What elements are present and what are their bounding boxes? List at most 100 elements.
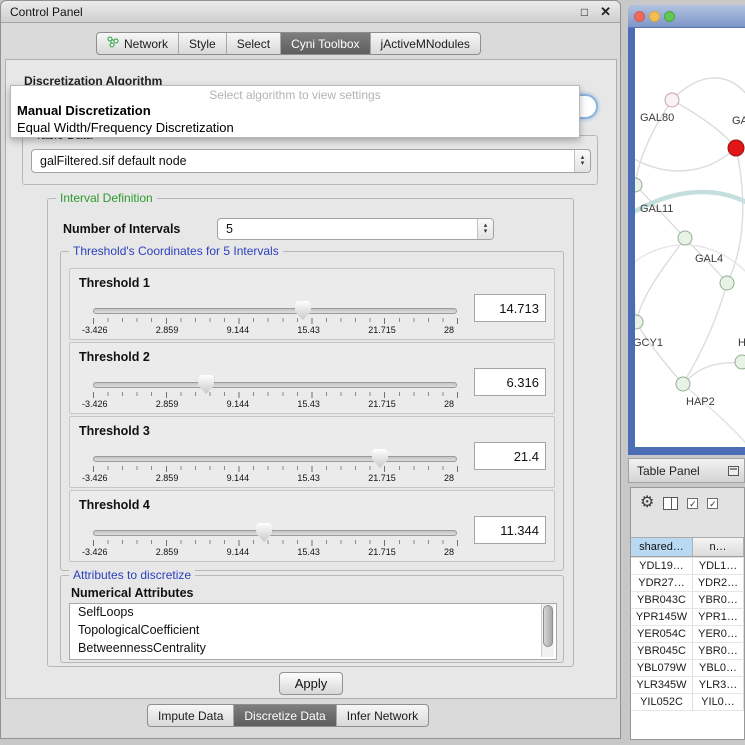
table-data-combobox[interactable]: galFiltered.sif default node ▴ ▾ <box>31 149 591 173</box>
threshold-slider[interactable] <box>93 530 457 536</box>
table-row[interactable]: YIL052CYIL0… <box>631 694 744 711</box>
threshold-value-field[interactable]: 21.4 <box>474 442 546 470</box>
table-cell[interactable]: YIL0… <box>693 694 744 711</box>
table-row[interactable]: YER054CYER0… <box>631 626 744 643</box>
table-cell[interactable]: YLR345W <box>631 677 693 694</box>
tab-discretize-data[interactable]: Discretize Data <box>234 705 336 726</box>
threshold-slider[interactable] <box>93 308 457 314</box>
scale-label: 9.144 <box>227 547 250 557</box>
table-cell[interactable]: YBR045C <box>631 643 693 660</box>
tab-network[interactable]: Network <box>97 33 179 54</box>
stepper-icon[interactable]: ▴ ▾ <box>574 150 590 172</box>
node-table-body[interactable]: YDL19…YDL1…YDR27…YDR2…YBR043CYBR0…YPR145… <box>631 558 744 739</box>
scale-label: -3.426 <box>82 325 108 335</box>
threshold-panel: Threshold 2 -3.4262.8599.14415.4321.7152… <box>69 342 555 414</box>
network-canvas[interactable]: GAL80GAGAL11GAL4GCY1HHAP2 <box>635 28 745 447</box>
network-titlebar[interactable] <box>628 5 745 28</box>
zoom-traffic-light-icon[interactable] <box>664 11 675 22</box>
tab-style[interactable]: Style <box>179 33 227 54</box>
numerical-attributes-list[interactable]: SelfLoopsTopologicalCoefficientBetweenne… <box>69 603 557 660</box>
network-node[interactable] <box>678 231 692 245</box>
column-header-name[interactable]: n… <box>693 538 744 556</box>
columns-icon[interactable] <box>663 497 678 510</box>
table-panel-header[interactable]: Table Panel <box>628 458 745 483</box>
tab-jactivemnodules[interactable]: jActiveMNodules <box>371 33 480 54</box>
apply-button[interactable]: Apply <box>279 672 343 695</box>
network-node[interactable] <box>735 355 745 369</box>
table-cell[interactable]: YDR27… <box>631 575 693 592</box>
table-cell[interactable]: YER054C <box>631 626 693 643</box>
control-panel-titlebar[interactable]: Control Panel □ ✕ <box>1 1 620 23</box>
number-of-intervals-combobox[interactable]: 5 ▴ ▾ <box>217 218 494 240</box>
network-edge <box>683 384 745 447</box>
network-node[interactable] <box>635 178 642 192</box>
table-panel-title: Table Panel <box>637 464 700 478</box>
network-node[interactable] <box>665 93 679 107</box>
table-row[interactable]: YLR345WYLR3… <box>631 677 744 694</box>
threshold-value-field[interactable]: 6.316 <box>474 368 546 396</box>
select-none-checkbox-icon[interactable]: ✓ <box>707 498 718 509</box>
attribute-list-item[interactable]: BetweennessCentrality <box>70 640 556 658</box>
network-edge <box>672 100 736 148</box>
tab-infer-network[interactable]: Infer Network <box>337 705 428 726</box>
number-of-intervals-label: Number of Intervals <box>63 222 180 236</box>
tab-select[interactable]: Select <box>227 33 281 54</box>
scrollbar-thumb[interactable] <box>543 605 553 647</box>
stepper-down-icon: ▾ <box>581 161 585 167</box>
select-all-checkbox-icon[interactable]: ✓ <box>687 498 698 509</box>
table-cell[interactable]: YBL079W <box>631 660 693 677</box>
table-cell[interactable]: YER0… <box>693 626 744 643</box>
table-cell[interactable]: YBR0… <box>693 643 744 660</box>
scale-label: 28 <box>444 547 454 557</box>
table-row[interactable]: YPR145WYPR1… <box>631 609 744 626</box>
float-window-icon[interactable] <box>728 466 739 476</box>
table-cell[interactable]: YLR3… <box>693 677 744 694</box>
tab-impute-data[interactable]: Impute Data <box>148 705 234 726</box>
tab-label: Select <box>237 37 270 51</box>
table-row[interactable]: YBR043CYBR0… <box>631 592 744 609</box>
close-traffic-light-icon[interactable] <box>634 11 645 22</box>
network-node[interactable] <box>728 140 744 156</box>
table-cell[interactable]: YBR0… <box>693 592 744 609</box>
restore-icon[interactable]: □ <box>581 6 588 18</box>
tab-label: Discretize Data <box>244 709 325 723</box>
table-cell[interactable]: YDR2… <box>693 575 744 592</box>
stepper-icon[interactable]: ▴ ▾ <box>477 219 493 239</box>
node-label: GAL4 <box>695 253 723 265</box>
table-cell[interactable]: YDL19… <box>631 558 693 575</box>
tab-label: Network <box>124 37 168 51</box>
attribute-list-item[interactable]: SelfLoops <box>70 604 556 622</box>
table-row[interactable]: YDR27…YDR2… <box>631 575 744 592</box>
network-node[interactable] <box>635 315 643 329</box>
table-row[interactable]: YBL079WYBL0… <box>631 660 744 677</box>
network-edge <box>635 185 636 322</box>
minimize-traffic-light-icon[interactable] <box>649 11 660 22</box>
table-cell[interactable]: YBL0… <box>693 660 744 677</box>
scale-label: 15.43 <box>297 473 320 483</box>
table-cell[interactable]: YDL1… <box>693 558 744 575</box>
table-row[interactable]: YBR045CYBR0… <box>631 643 744 660</box>
scale-label: 28 <box>444 473 454 483</box>
column-header-shared-name[interactable]: shared… <box>631 538 693 556</box>
list-scrollbar[interactable] <box>541 604 554 657</box>
node-label: GAL11 <box>640 203 673 215</box>
table-cell[interactable]: YIL052C <box>631 694 693 711</box>
table-row[interactable]: YDL19…YDL1… <box>631 558 744 575</box>
threshold-panel: Threshold 1 -3.4262.8599.14415.4321.7152… <box>69 268 555 340</box>
popup-option-equal-width-frequency[interactable]: Equal Width/Frequency Discretization <box>11 119 579 136</box>
table-cell[interactable]: YPR1… <box>693 609 744 626</box>
network-node[interactable] <box>676 377 690 391</box>
gear-icon[interactable]: ⚙ <box>640 495 654 511</box>
table-cell[interactable]: YBR043C <box>631 592 693 609</box>
threshold-value-field[interactable]: 11.344 <box>474 516 546 544</box>
table-cell[interactable]: YPR145W <box>631 609 693 626</box>
threshold-slider[interactable] <box>93 382 457 388</box>
network-node[interactable] <box>720 276 734 290</box>
attribute-list-item[interactable]: TopologicalCoefficient <box>70 622 556 640</box>
scale-label: 28 <box>444 399 454 409</box>
popup-option-manual-discretization[interactable]: Manual Discretization <box>11 102 579 119</box>
threshold-slider[interactable] <box>93 456 457 462</box>
close-icon[interactable]: ✕ <box>600 5 611 18</box>
threshold-value-field[interactable]: 14.713 <box>474 294 546 322</box>
tab-cyni-toolbox[interactable]: Cyni Toolbox <box>281 33 370 54</box>
